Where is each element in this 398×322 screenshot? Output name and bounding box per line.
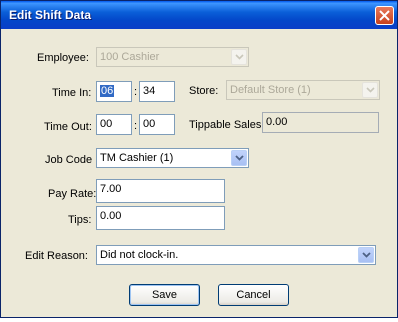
store-value: Default Store (1) [230, 84, 311, 96]
time-in-hour-value: 06 [100, 85, 115, 97]
save-button[interactable]: Save [129, 284, 200, 306]
tips-input[interactable]: 0.00 [96, 206, 225, 230]
cancel-button[interactable]: Cancel [218, 284, 289, 306]
job-code-dropdown-button[interactable] [231, 150, 247, 166]
time-in-label: Time In: [52, 87, 92, 99]
close-icon [379, 10, 390, 21]
chevron-down-icon [366, 87, 375, 93]
time-in-minute-value: 34 [143, 85, 156, 97]
tips-label: Tips: [68, 214, 92, 226]
job-code-label: Job Code [45, 154, 93, 166]
edit-shift-dialog: Edit Shift Data Employee: 100 Cashier Ti… [0, 0, 398, 318]
close-button[interactable] [375, 6, 394, 25]
pay-rate-label: Pay Rate: [48, 188, 97, 200]
tips-value: 0.00 [100, 210, 122, 222]
time-out-minute-value: 00 [143, 118, 156, 130]
edit-reason-value: Did not clock-in. [100, 249, 179, 261]
pay-rate-input[interactable]: 7.00 [96, 179, 225, 203]
chevron-down-icon [362, 252, 371, 258]
job-code-value: TM Cashier (1) [100, 152, 174, 164]
time-out-hour-input[interactable]: 00 [96, 114, 132, 135]
time-out-hour-value: 00 [100, 118, 113, 130]
edit-reason-label: Edit Reason: [25, 250, 88, 262]
chevron-down-icon [235, 155, 244, 161]
job-code-select[interactable]: TM Cashier (1) [96, 148, 249, 168]
time-out-minute-input[interactable]: 00 [139, 114, 175, 135]
time-in-separator: : [134, 86, 138, 98]
title-bar[interactable]: Edit Shift Data [1, 1, 397, 29]
chevron-down-icon [235, 54, 244, 60]
pay-rate-value: 7.00 [100, 183, 122, 195]
employee-select: 100 Cashier [96, 47, 249, 67]
employee-label: Employee: [37, 52, 89, 64]
store-select: Default Store (1) [226, 80, 380, 100]
tippable-sales-field: 0.00 [262, 112, 379, 133]
tippable-sales-value: 0.00 [266, 116, 288, 128]
time-out-separator: : [134, 120, 138, 132]
time-out-label: Time Out: [44, 121, 92, 133]
edit-reason-dropdown-button[interactable] [358, 247, 374, 263]
dialog-title: Edit Shift Data [9, 8, 92, 22]
employee-value: 100 Cashier [100, 51, 160, 63]
edit-reason-select[interactable]: Did not clock-in. [96, 245, 376, 265]
time-in-hour-input[interactable]: 06 [96, 81, 132, 102]
store-dropdown-button [362, 82, 378, 98]
tippable-sales-label: Tippable Sales: [189, 119, 265, 131]
store-label: Store: [189, 85, 219, 97]
time-in-minute-input[interactable]: 34 [139, 81, 175, 102]
employee-dropdown-button [231, 49, 247, 65]
